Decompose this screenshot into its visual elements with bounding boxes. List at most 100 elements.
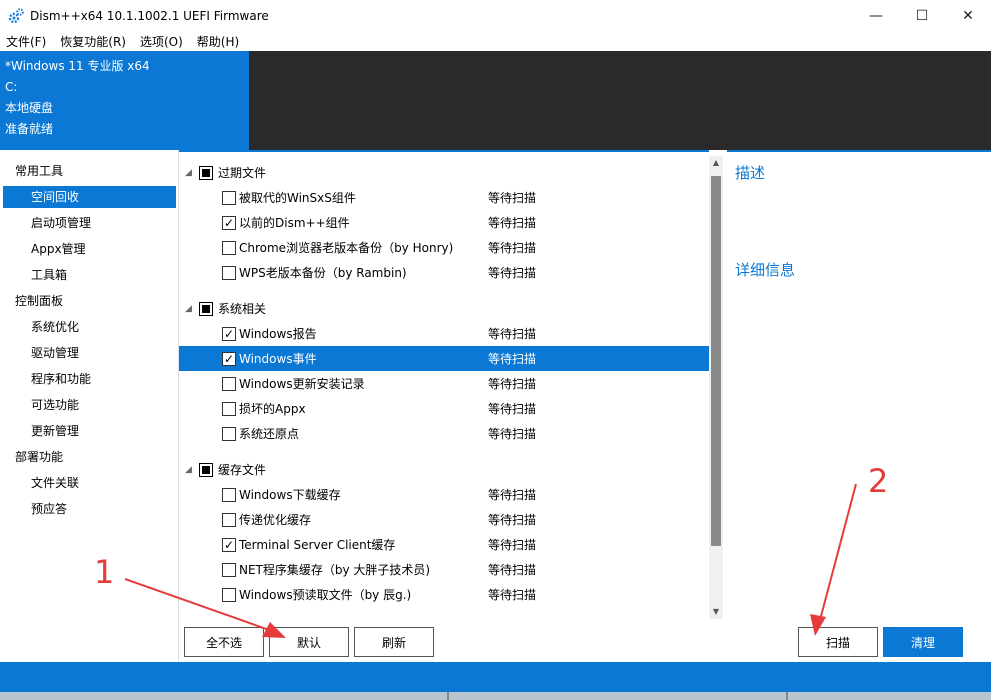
list-item[interactable]: 传递优化缓存 等待扫描: [179, 507, 709, 532]
collapse-arrow-icon[interactable]: ◢: [185, 304, 195, 314]
status-text: 准备就绪: [5, 122, 54, 136]
item-checkbox[interactable]: [222, 401, 236, 416]
list-group[interactable]: ◢ 系统相关: [179, 296, 709, 321]
sidebar-item-programs[interactable]: 程序和功能: [3, 368, 176, 394]
item-name: Windows事件: [239, 352, 317, 366]
clean-button[interactable]: 清理: [883, 627, 963, 657]
menu-help[interactable]: 帮助(H): [197, 33, 239, 50]
sidebar-item-toolbox[interactable]: 工具箱: [3, 264, 176, 290]
drive-type: 本地硬盘: [5, 101, 54, 115]
list-item[interactable]: ✓ Windows报告 等待扫描: [179, 321, 709, 346]
menu-file[interactable]: 文件(F): [6, 33, 46, 50]
menu-restore[interactable]: 恢复功能(R): [60, 33, 126, 50]
item-checkbox[interactable]: [222, 426, 236, 441]
sidebar-item-optimize[interactable]: 系统优化: [3, 316, 176, 342]
item-checkbox[interactable]: [222, 376, 236, 391]
scroll-down-arrow-icon[interactable]: ▼: [709, 605, 723, 619]
list-item[interactable]: Chrome浏览器老版本备份（by Honry) 等待扫描: [179, 235, 709, 260]
list-item[interactable]: WPS老版本备份（by Rambin) 等待扫描: [179, 260, 709, 285]
list-item[interactable]: Windows下载缓存 等待扫描: [179, 482, 709, 507]
scan-button[interactable]: 扫描: [798, 627, 878, 657]
list-group[interactable]: ◢ 缓存文件: [179, 457, 709, 482]
list-item[interactable]: Windows预读取文件（by 辰g.) 等待扫描: [179, 582, 709, 607]
item-name: WPS老版本备份（by Rambin): [239, 266, 407, 280]
menu-options[interactable]: 选项(O): [140, 33, 183, 50]
list-item[interactable]: 被取代的WinSxS组件 等待扫描: [179, 185, 709, 210]
list-item[interactable]: 系统还原点 等待扫描: [179, 421, 709, 446]
sidebar-group-deploy: 部署功能: [15, 450, 64, 464]
refresh-button[interactable]: 刷新: [354, 627, 434, 657]
collapse-arrow-icon[interactable]: ◢: [185, 168, 195, 178]
sidebar-item-appx[interactable]: Appx管理: [3, 238, 176, 264]
item-checkbox[interactable]: ✓: [222, 326, 236, 341]
minimize-button[interactable]: —: [853, 0, 899, 31]
item-status: 等待扫描: [488, 563, 537, 577]
item-status: 等待扫描: [488, 538, 537, 552]
scroll-thumb[interactable]: [711, 176, 721, 546]
item-checkbox[interactable]: ✓: [222, 351, 236, 366]
item-name: 被取代的WinSxS组件: [239, 191, 356, 205]
item-checkbox[interactable]: [222, 265, 236, 280]
scroll-up-arrow-icon[interactable]: ▲: [709, 156, 723, 170]
item-status: 等待扫描: [488, 588, 537, 602]
group-label: 过期文件: [218, 166, 267, 180]
item-checkbox[interactable]: [222, 190, 236, 205]
item-status: 等待扫描: [488, 327, 537, 341]
sidebar-group-common-tools: 常用工具: [15, 164, 64, 178]
item-name: Windows报告: [239, 327, 317, 341]
collapse-arrow-icon[interactable]: ◢: [185, 465, 195, 475]
item-name: 传递优化缓存: [239, 513, 312, 527]
item-checkbox[interactable]: [222, 487, 236, 502]
system-info-panel[interactable]: *Windows 11 专业版 x64 C: 本地硬盘 准备就绪: [0, 51, 249, 150]
item-status: 等待扫描: [488, 377, 537, 391]
list-item[interactable]: Windows更新安装记录 等待扫描: [179, 371, 709, 396]
item-name: Terminal Server Client缓存: [239, 538, 396, 552]
gear-icon: [8, 7, 24, 24]
details-heading: 详细信息: [735, 261, 796, 279]
list-scrollbar[interactable]: ▲ ▼: [709, 156, 723, 619]
sidebar: 常用工具 空间回收 启动项管理 Appx管理 工具箱 控制面板 系统优化 驱动管…: [0, 150, 179, 662]
description-heading: 描述: [735, 164, 766, 182]
item-name: NET程序集缓存（by 大胖子技术员): [239, 563, 431, 577]
sidebar-item-startup[interactable]: 启动项管理: [3, 212, 176, 238]
taskbar-strip: [0, 692, 991, 700]
item-status: 等待扫描: [488, 402, 537, 416]
header-dark-area: [249, 51, 991, 150]
drive-letter: C:: [5, 80, 18, 94]
info-panel: 描述 详细信息: [727, 150, 991, 620]
os-name: *Windows 11 专业版 x64: [5, 59, 150, 73]
sidebar-item-file-assoc[interactable]: 文件关联: [3, 472, 176, 498]
item-checkbox[interactable]: [222, 562, 236, 577]
group-checkbox[interactable]: [199, 462, 213, 477]
item-status: 等待扫描: [488, 216, 537, 230]
list-item[interactable]: NET程序集缓存（by 大胖子技术员) 等待扫描: [179, 557, 709, 582]
list-group[interactable]: ◢ 过期文件: [179, 160, 709, 185]
item-name: 以前的Dism++组件: [239, 216, 350, 230]
sidebar-item-answer-file[interactable]: 预应答: [3, 498, 176, 524]
sidebar-item-space-cleanup[interactable]: 空间回收: [3, 186, 176, 208]
item-checkbox[interactable]: [222, 512, 236, 527]
item-name: 系统还原点: [239, 427, 300, 441]
list-item[interactable]: 损坏的Appx 等待扫描: [179, 396, 709, 421]
title-bar: Dism++x64 10.1.1002.1 UEFI Firmware — ☐ …: [0, 0, 991, 31]
sidebar-item-optional-features[interactable]: 可选功能: [3, 394, 176, 420]
list-item[interactable]: ✓ Terminal Server Client缓存 等待扫描: [179, 532, 709, 557]
sidebar-item-updates[interactable]: 更新管理: [3, 420, 176, 446]
strip-separator: [447, 692, 449, 700]
item-checkbox[interactable]: [222, 240, 236, 255]
list-item[interactable]: ✓ 以前的Dism++组件 等待扫描: [179, 210, 709, 235]
group-checkbox[interactable]: [199, 165, 213, 180]
window-title: Dism++x64 10.1.1002.1 UEFI Firmware: [30, 8, 269, 23]
status-bar: [0, 662, 991, 692]
group-checkbox[interactable]: [199, 301, 213, 316]
deselect-all-button[interactable]: 全不选: [184, 627, 264, 657]
item-checkbox[interactable]: ✓: [222, 537, 236, 552]
close-button[interactable]: ✕: [945, 0, 991, 31]
item-status: 等待扫描: [488, 241, 537, 255]
list-item[interactable]: ✓ Windows事件 等待扫描: [179, 346, 709, 371]
default-button[interactable]: 默认: [269, 627, 349, 657]
item-checkbox[interactable]: ✓: [222, 215, 236, 230]
maximize-button[interactable]: ☐: [899, 0, 945, 31]
sidebar-item-drivers[interactable]: 驱动管理: [3, 342, 176, 368]
item-checkbox[interactable]: [222, 587, 236, 602]
